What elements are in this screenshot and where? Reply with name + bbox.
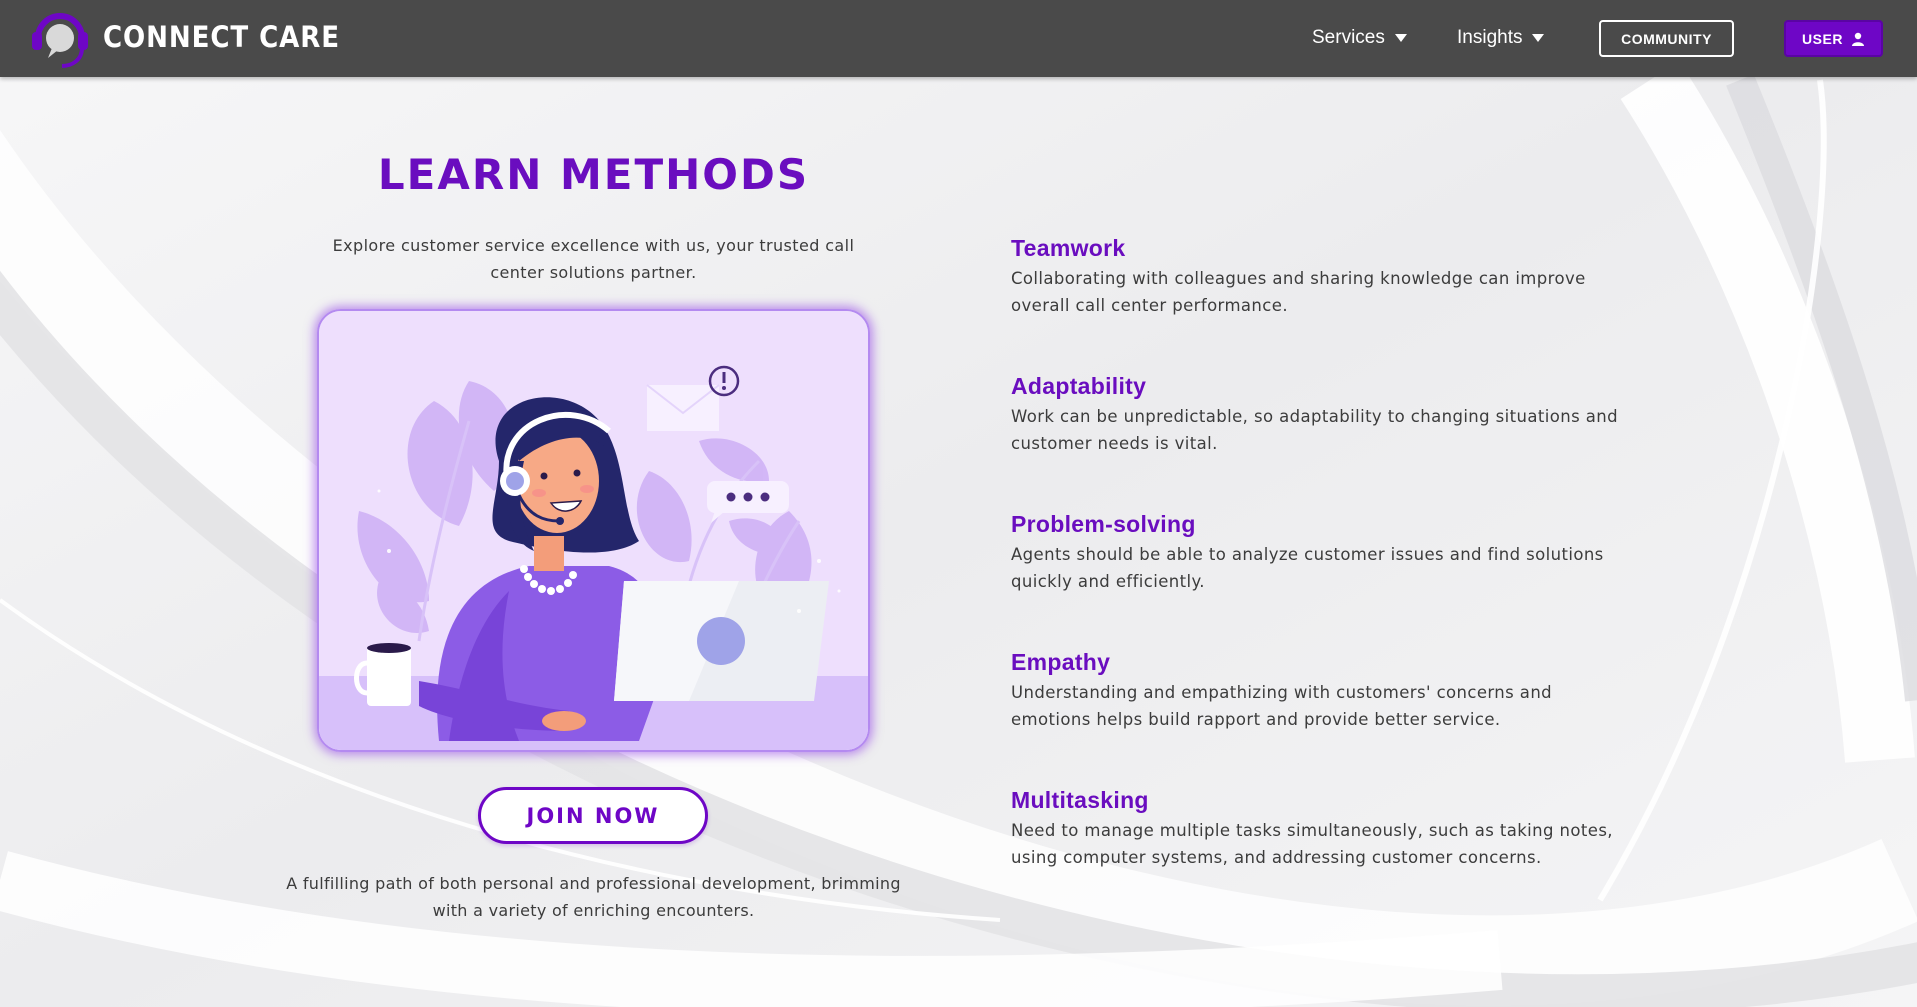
nav-services-label: Services <box>1312 27 1385 48</box>
community-button[interactable]: COMMUNITY <box>1599 20 1734 57</box>
nav-insights-label: Insights <box>1457 27 1523 48</box>
feature-title: Empathy <box>1011 649 1111 675</box>
user-button-label: USER <box>1802 30 1843 47</box>
feature-problem-solving: Problem-solving Agents should be able to… <box>1011 510 1631 595</box>
feature-text: Agents should be able to analyze custome… <box>1011 545 1604 591</box>
feature-empathy: Empathy Understanding and empathizing wi… <box>1011 648 1631 733</box>
feature-multitasking: Multitasking Need to manage multiple tas… <box>1011 786 1631 871</box>
feature-title: Adaptability <box>1011 373 1147 399</box>
page-title: LEARN METHODS <box>377 150 810 199</box>
user-button[interactable]: USER <box>1784 20 1883 57</box>
feature-title: Multitasking <box>1011 787 1149 813</box>
feature-title: Problem-solving <box>1011 511 1196 537</box>
brand-name[interactable]: CONNECT CARE <box>103 18 340 56</box>
feature-teamwork: Teamwork Collaborating with colleagues a… <box>1011 234 1631 319</box>
feature-text: Need to manage multiple tasks simultaneo… <box>1011 821 1613 867</box>
nav-services[interactable]: Services <box>1312 24 1408 52</box>
top-navbar: CONNECT CARE Services Insights COMMUNITY… <box>0 0 1917 77</box>
join-now-button[interactable]: JOIN NOW <box>478 787 708 844</box>
hero-footnote: A fulfilling path of both personal and p… <box>286 874 901 920</box>
nav-insights[interactable]: Insights <box>1457 24 1545 52</box>
feature-text: Collaborating with colleagues and sharin… <box>1011 269 1586 315</box>
agent-illustration-art <box>319 311 868 750</box>
feature-adaptability: Adaptability Work can be unpredictable, … <box>1011 372 1631 457</box>
feature-text: Understanding and empathizing with custo… <box>1011 683 1553 729</box>
user-icon <box>1851 32 1864 46</box>
headset-chat-logo[interactable] <box>26 4 94 72</box>
hero-subtitle: Explore customer service excellence with… <box>332 236 855 282</box>
caret-down-icon <box>1394 34 1407 42</box>
feature-title: Teamwork <box>1011 235 1126 261</box>
caret-down-icon <box>1532 34 1545 42</box>
feature-text: Work can be unpredictable, so adaptabili… <box>1011 407 1618 453</box>
call-center-agent-illustration <box>317 309 870 752</box>
